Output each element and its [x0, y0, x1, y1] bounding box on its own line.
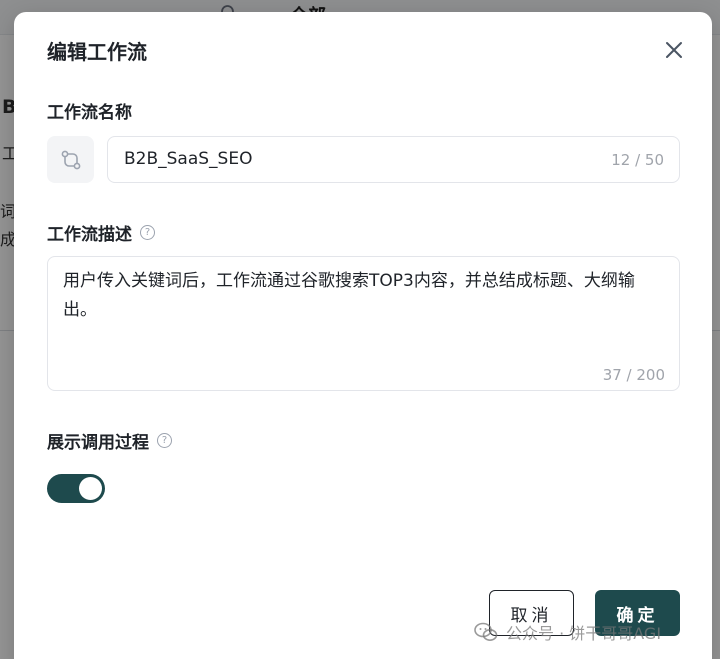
- show-process-label: 展示调用过程 ?: [47, 428, 172, 453]
- workflow-name-value[interactable]: B2B_SaaS_SEO: [124, 149, 252, 169]
- workflow-name-input[interactable]: B2B_SaaS_SEO 12 / 50: [107, 136, 680, 183]
- show-process-toggle[interactable]: [47, 474, 105, 503]
- workflow-description-value[interactable]: 用户传入关键词后，工作流通过谷歌搜索TOP3内容，并总结成标题、大纲输出。: [63, 267, 661, 325]
- cancel-button[interactable]: 取消: [489, 590, 574, 636]
- workflow-description-textarea[interactable]: 用户传入关键词后，工作流通过谷歌搜索TOP3内容，并总结成标题、大纲输出。 37…: [47, 256, 680, 391]
- toggle-knob: [79, 477, 102, 500]
- close-icon: [666, 42, 682, 58]
- edit-workflow-dialog: 编辑工作流 工作流名称 B2B_SaaS_SEO 12 / 50 工作流描述 ?…: [14, 12, 712, 659]
- confirm-button[interactable]: 确定: [595, 590, 680, 636]
- dialog-title: 编辑工作流: [47, 40, 147, 64]
- show-process-label-text: 展示调用过程: [47, 433, 149, 453]
- workflow-description-label-text: 工作流描述: [47, 225, 132, 245]
- workflow-description-label: 工作流描述 ?: [47, 220, 155, 245]
- workflow-icon: [61, 150, 80, 169]
- workflow-name-label-text: 工作流名称: [47, 103, 132, 123]
- workflow-name-counter: 12 / 50: [611, 151, 664, 169]
- help-icon[interactable]: ?: [140, 225, 155, 240]
- workflow-description-counter: 37 / 200: [602, 366, 665, 384]
- workflow-icon-button[interactable]: [47, 136, 94, 183]
- help-icon[interactable]: ?: [157, 433, 172, 448]
- workflow-name-label: 工作流名称: [47, 98, 132, 123]
- close-button[interactable]: [660, 36, 688, 64]
